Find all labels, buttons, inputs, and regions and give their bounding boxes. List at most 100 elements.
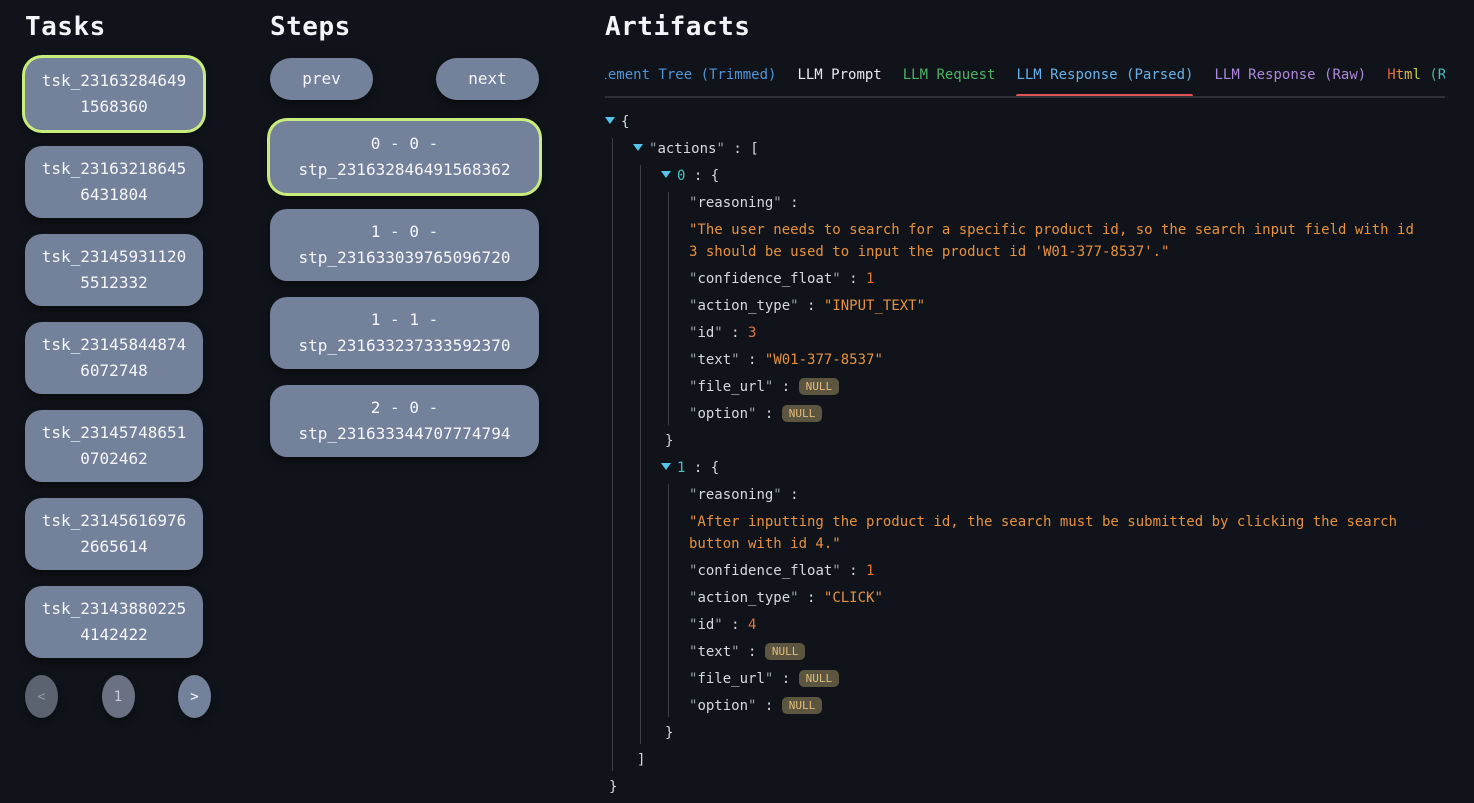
- tab-llm-request[interactable]: LLM Request: [903, 66, 996, 84]
- step-button[interactable]: 1 - 1 - stp_231633237333592370: [270, 297, 539, 369]
- json-token: :: [740, 352, 765, 368]
- json-token: ": [731, 352, 739, 368]
- tasks-pagination: < 1 >: [25, 675, 211, 718]
- step-button[interactable]: 0 - 0 - stp_231632846491568362: [270, 121, 539, 193]
- json-token: 1: [866, 563, 874, 579]
- json-token: }: [665, 725, 673, 741]
- artifacts-title: Artifacts: [605, 12, 1445, 42]
- json-token: ": [790, 590, 798, 606]
- artifacts-tab-strip: Element Tree (Trimmed) LLM Prompt LLM Requ…: [605, 66, 1445, 98]
- json-row: "id" : 4: [689, 614, 1445, 636]
- json-token: actions: [657, 141, 716, 157]
- json-row: }: [605, 776, 1445, 798]
- expander-icon[interactable]: [661, 171, 671, 178]
- json-row: 1 : {: [661, 457, 1445, 479]
- json-token: :: [782, 195, 799, 211]
- json-token: confidence_float: [697, 271, 832, 287]
- json-token: "INPUT_TEXT": [824, 298, 925, 314]
- json-token: :: [685, 460, 710, 476]
- step-list: 0 - 0 - stp_231632846491568362 1 - 0 - st…: [270, 121, 539, 457]
- json-token: {: [621, 114, 629, 130]
- json-row: "text" : NULL: [689, 641, 1445, 663]
- json-row: "option" : NULL: [689, 403, 1445, 425]
- json-token: :: [740, 644, 765, 660]
- tasks-panel: Tasks tsk_231632846491568360tsk_23163218…: [25, 12, 203, 718]
- json-token: "W01-377-8537": [765, 352, 883, 368]
- json-token: ": [714, 617, 722, 633]
- json-token: ]: [637, 752, 645, 768]
- step-button[interactable]: 2 - 0 - stp_231633344707774794: [270, 385, 539, 457]
- json-row: "action_type" : "INPUT_TEXT": [689, 295, 1445, 317]
- tab-llm-response-parsed-[interactable]: LLM Response (Parsed): [1016, 66, 1193, 84]
- json-token: reasoning: [697, 487, 773, 503]
- json-token: :: [841, 271, 866, 287]
- json-token: action_type: [697, 590, 790, 606]
- json-token: ": [731, 644, 739, 660]
- task-button[interactable]: tsk_231632186456431804: [25, 146, 203, 218]
- steps-title: Steps: [270, 12, 539, 42]
- expander-icon[interactable]: [661, 463, 671, 470]
- json-token: file_url: [697, 379, 764, 395]
- json-string-value: "After inputting the product id, the sea…: [689, 511, 1414, 555]
- task-button[interactable]: tsk_231632846491568360: [25, 58, 203, 130]
- json-row: }: [661, 722, 1445, 744]
- json-token: ": [832, 271, 840, 287]
- task-button[interactable]: tsk_231457486510702462: [25, 410, 203, 482]
- json-row: "confidence_float" : 1: [689, 560, 1445, 582]
- json-token: ": [773, 195, 781, 211]
- json-token: 1: [866, 271, 874, 287]
- json-row: ]: [633, 749, 1445, 771]
- json-token: :: [756, 698, 781, 714]
- json-token: text: [697, 352, 731, 368]
- tab-element-tree-trimmed-[interactable]: Element Tree (Trimmed): [605, 66, 776, 84]
- json-token: [: [750, 141, 758, 157]
- json-token: :: [723, 617, 748, 633]
- task-button[interactable]: tsk_231459311205512332: [25, 234, 203, 306]
- task-button[interactable]: tsk_231438802254142422: [25, 586, 203, 658]
- pagination-page-button[interactable]: 1: [102, 675, 135, 718]
- json-token: file_url: [697, 671, 764, 687]
- json-token: text: [697, 644, 731, 660]
- tab-html-raw-[interactable]: Html (Raw): [1387, 66, 1445, 84]
- json-token: :: [756, 406, 781, 422]
- json-string-value: "The user needs to search for a specific…: [689, 219, 1414, 263]
- task-button[interactable]: tsk_231458448746072748: [25, 322, 203, 394]
- json-token: action_type: [697, 298, 790, 314]
- json-token: ": [790, 298, 798, 314]
- step-button[interactable]: 1 - 0 - stp_231633039765096720: [270, 209, 539, 281]
- pagination-next-button[interactable]: >: [178, 675, 211, 718]
- pagination-prev-button[interactable]: <: [25, 675, 58, 718]
- json-token: :: [685, 168, 710, 184]
- expander-icon[interactable]: [633, 144, 643, 151]
- json-token: }: [665, 433, 673, 449]
- json-token: ": [832, 563, 840, 579]
- tab-llm-prompt[interactable]: LLM Prompt: [797, 66, 881, 84]
- expander-icon[interactable]: [605, 117, 615, 124]
- json-token: :: [799, 590, 824, 606]
- json-token: }: [609, 779, 617, 795]
- json-token: id: [697, 617, 714, 633]
- json-token: reasoning: [697, 195, 773, 211]
- json-token: confidence_float: [697, 563, 832, 579]
- prev-button[interactable]: prev: [270, 58, 373, 100]
- json-token: :: [799, 298, 824, 314]
- json-row: "confidence_float" : 1: [689, 268, 1445, 290]
- steps-panel: Steps prev next 0 - 0 - stp_231632846491…: [270, 12, 539, 473]
- json-token: option: [697, 698, 748, 714]
- tab-llm-response-raw-[interactable]: LLM Response (Raw): [1214, 66, 1366, 84]
- json-token: ": [773, 487, 781, 503]
- json-node-children: "reasoning" :"After inputting the produc…: [668, 484, 1445, 717]
- json-row: "file_url" : NULL: [689, 376, 1445, 398]
- task-button[interactable]: tsk_231456169762665614: [25, 498, 203, 570]
- json-token: :: [773, 671, 798, 687]
- json-node-children: "actions" : [0 : {"reasoning" :"The user…: [612, 138, 1445, 771]
- null-badge: NULL: [799, 378, 840, 395]
- json-tree-viewer: {"actions" : [0 : {"reasoning" :"The use…: [605, 111, 1445, 798]
- json-row: {: [605, 111, 1445, 133]
- json-row: "id" : 3: [689, 322, 1445, 344]
- json-token: :: [782, 487, 799, 503]
- json-token: :: [723, 325, 748, 341]
- next-button[interactable]: next: [436, 58, 539, 100]
- json-token: "CLICK": [824, 590, 883, 606]
- steps-nav: prev next: [270, 58, 539, 100]
